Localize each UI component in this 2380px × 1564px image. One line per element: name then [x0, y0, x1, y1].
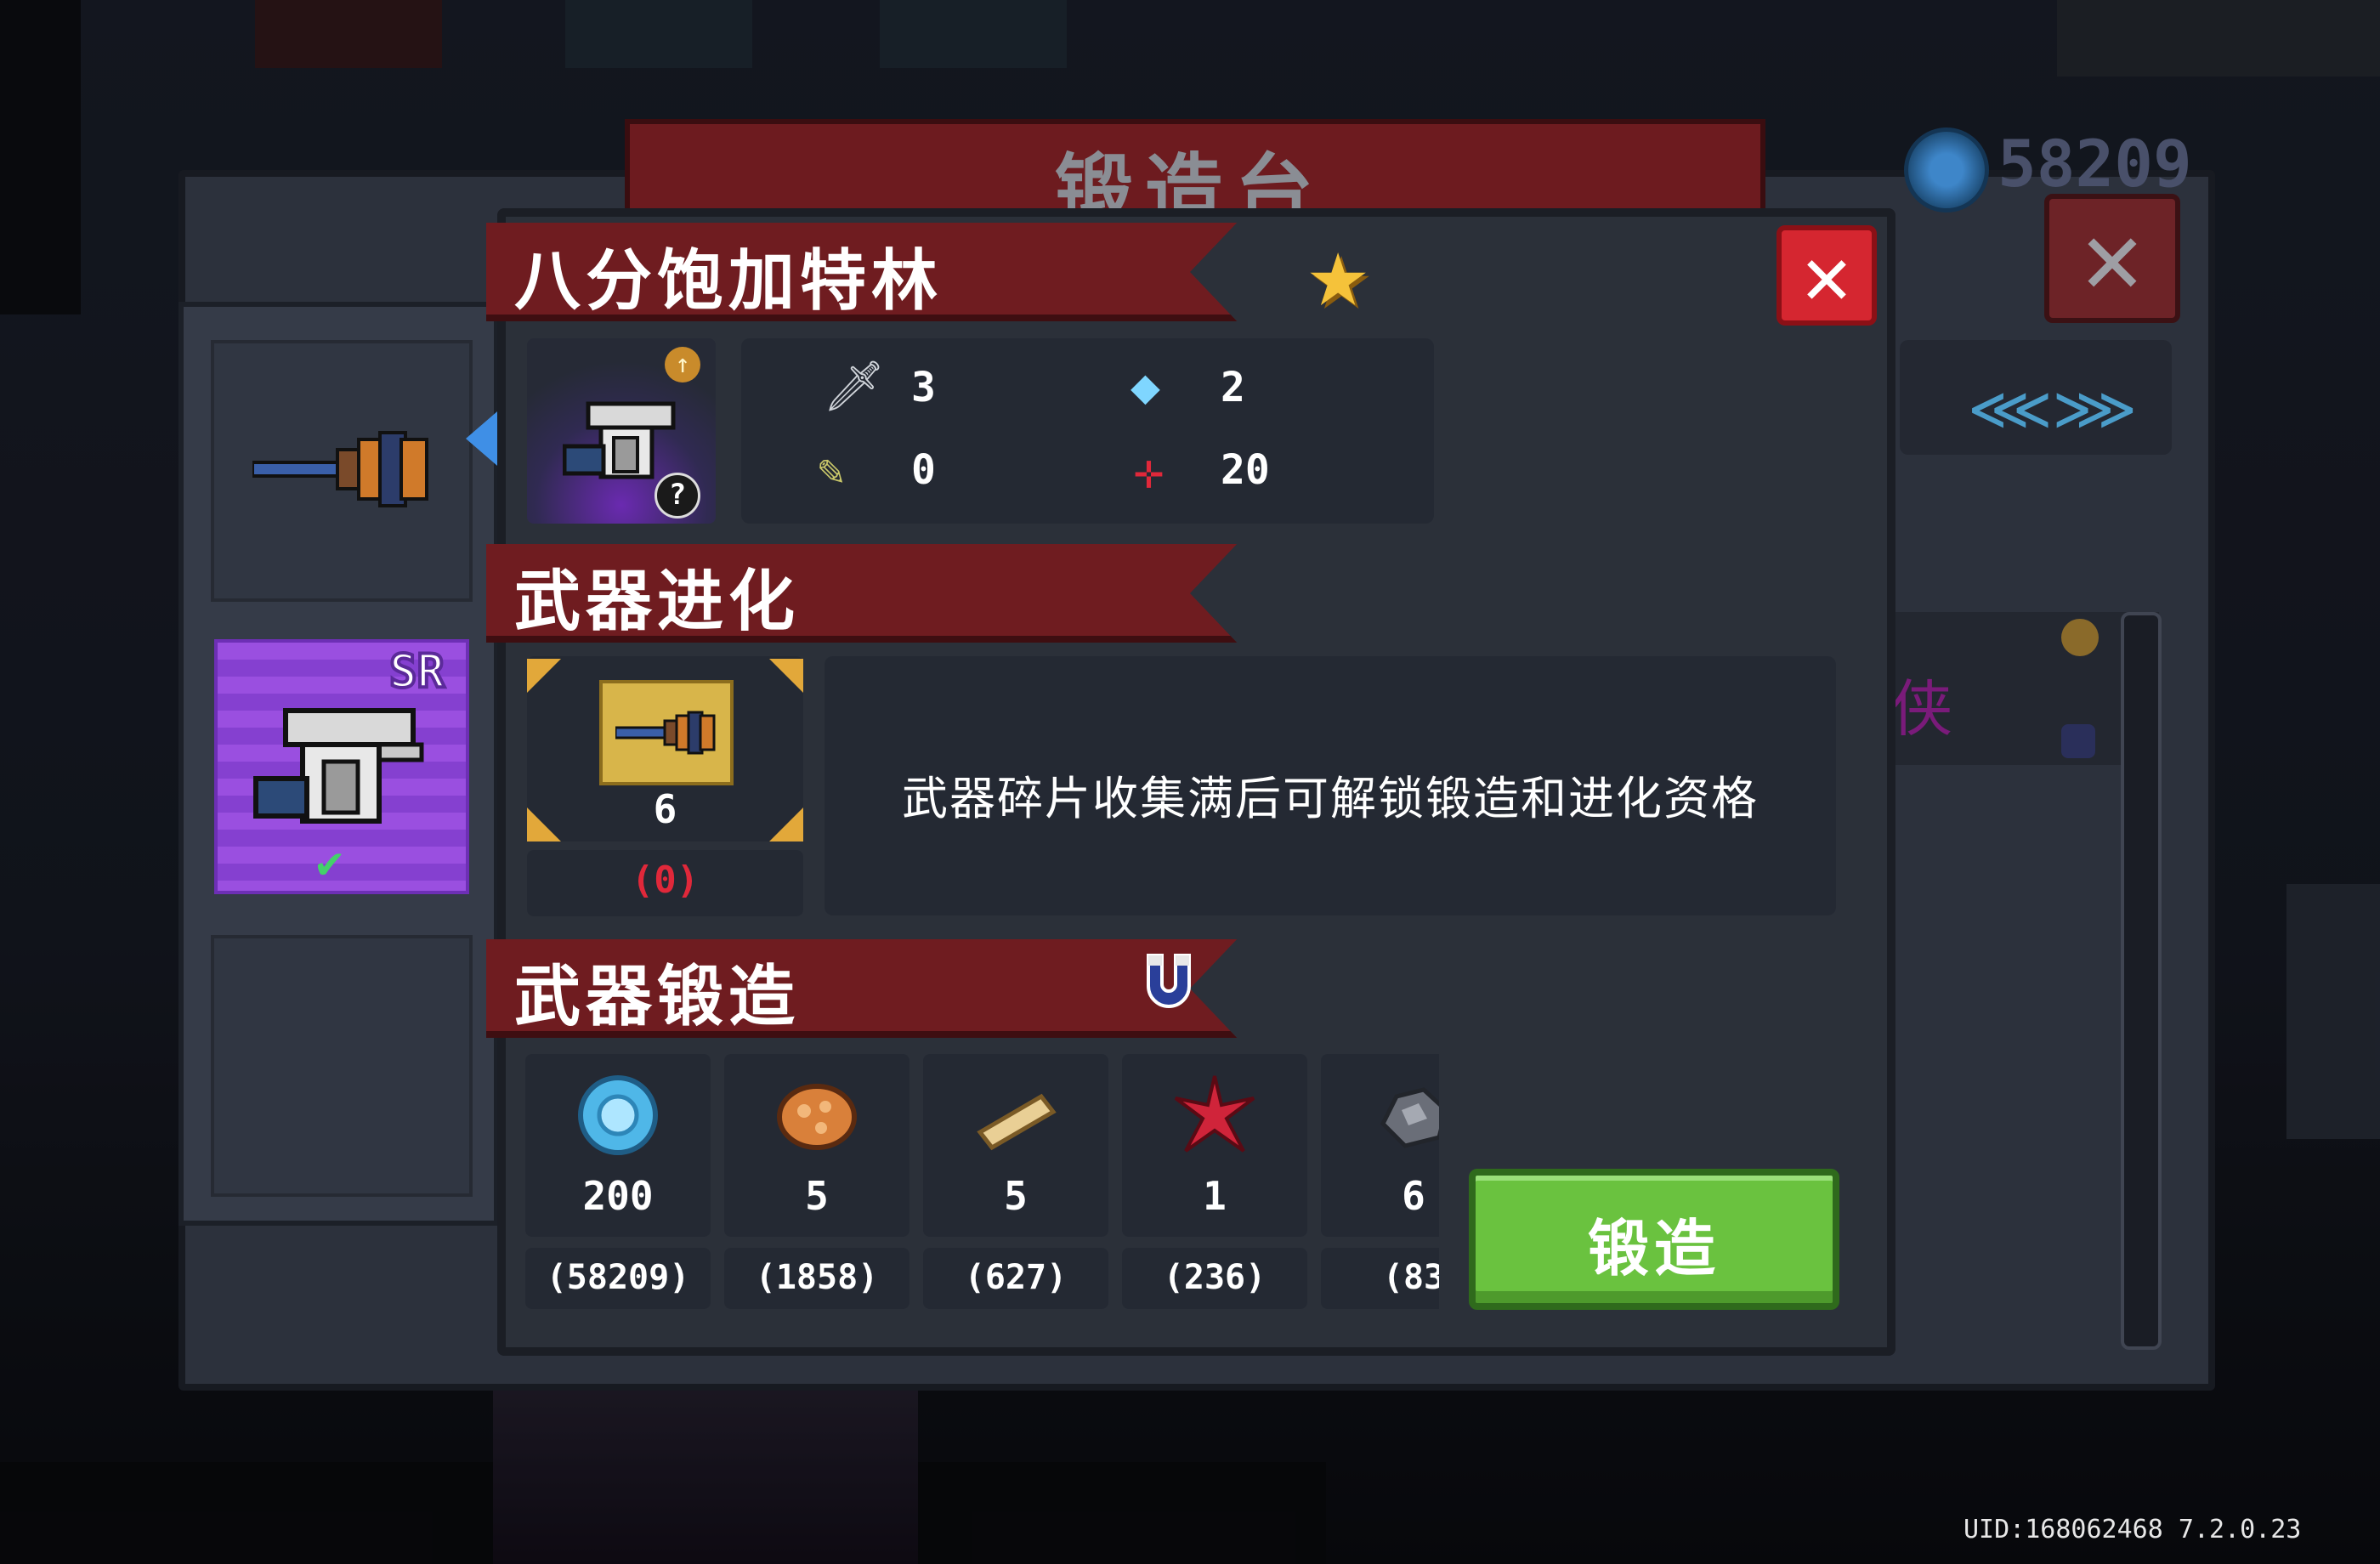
- crosshair-icon: ✛: [1134, 442, 1164, 500]
- magnet-icon: [2061, 724, 2095, 758]
- ore-icon: [777, 1084, 857, 1150]
- stat-energy-value: 2: [1221, 364, 1245, 411]
- material-owned: (83: [1382, 1258, 1439, 1297]
- uid-version-text: UID:168062468 7.2.0.23: [1964, 1515, 2302, 1544]
- iron-ore-icon: [1380, 1087, 1439, 1148]
- material-owned: (627): [964, 1258, 1068, 1297]
- material-owned: (58209): [546, 1258, 690, 1297]
- material-owned: (236): [1163, 1258, 1266, 1297]
- red-leaf-icon: [1174, 1075, 1255, 1153]
- material-required: 6: [1402, 1173, 1425, 1219]
- crit-feather-icon: ✎: [818, 445, 845, 496]
- material-required: 5: [805, 1173, 829, 1219]
- fragment-owned-count: (0): [631, 858, 700, 902]
- back-list-item-label: 侠: [1891, 673, 1953, 745]
- rarity-badge: SR: [388, 643, 446, 700]
- upgrade-icon: [2061, 619, 2099, 656]
- material-list: 200 (58209) 5 (1858) 5 (627) 1 (236) 6 (…: [525, 1054, 1439, 1313]
- sidebar-slot-empty[interactable]: [211, 935, 473, 1197]
- forge-title: 武器锻造: [514, 959, 801, 1035]
- corner-decoration: [527, 659, 561, 693]
- gem-currency-icon: [1904, 128, 1989, 212]
- corner-decoration: [769, 659, 803, 693]
- weapon-name: 八分饱加特林: [514, 243, 944, 320]
- evolution-title: 武器进化: [514, 564, 801, 640]
- sidebar-slot-fragment[interactable]: [211, 340, 473, 602]
- energy-diamond-icon: ◆: [1130, 357, 1160, 415]
- stat-attack-value: 3: [911, 364, 936, 411]
- stat-spread-value: 20: [1221, 446, 1270, 494]
- gatling-icon: [563, 401, 676, 479]
- fish-weapon-icon: ⋘⋙: [1968, 374, 2138, 444]
- upgrade-icon: ↑: [665, 347, 700, 382]
- forge-station-close-button[interactable]: ✕: [2044, 194, 2180, 323]
- material-required: 1: [1203, 1173, 1227, 1219]
- evolution-description: 武器碎片收集满后可解锁锻造和进化资格: [902, 772, 1759, 825]
- wood-icon: [977, 1093, 1057, 1151]
- material-required: 5: [1004, 1173, 1028, 1219]
- forge-button-label: 锻造: [1587, 1213, 1720, 1284]
- check-icon: ✔: [316, 837, 343, 888]
- favorite-star-icon[interactable]: ★: [1307, 221, 1368, 323]
- weapon-fragment-icon: [599, 680, 734, 785]
- stat-crit-value: 0: [911, 446, 936, 494]
- gem-currency-count: 58209: [1998, 126, 2192, 201]
- sword-icon: 🗡: [823, 357, 886, 415]
- back-list-scrollbar[interactable]: [2121, 612, 2162, 1350]
- close-button[interactable]: ✕: [1776, 225, 1877, 326]
- gatling-icon: [253, 708, 424, 824]
- gatling-fragment-icon: [252, 431, 428, 507]
- gem-icon: [578, 1075, 658, 1155]
- fragment-required-count: 6: [653, 786, 677, 832]
- material-owned: (1858): [755, 1258, 879, 1297]
- magnet-icon[interactable]: [1143, 950, 1194, 1008]
- help-icon[interactable]: ?: [654, 473, 700, 518]
- material-required: 200: [582, 1173, 654, 1219]
